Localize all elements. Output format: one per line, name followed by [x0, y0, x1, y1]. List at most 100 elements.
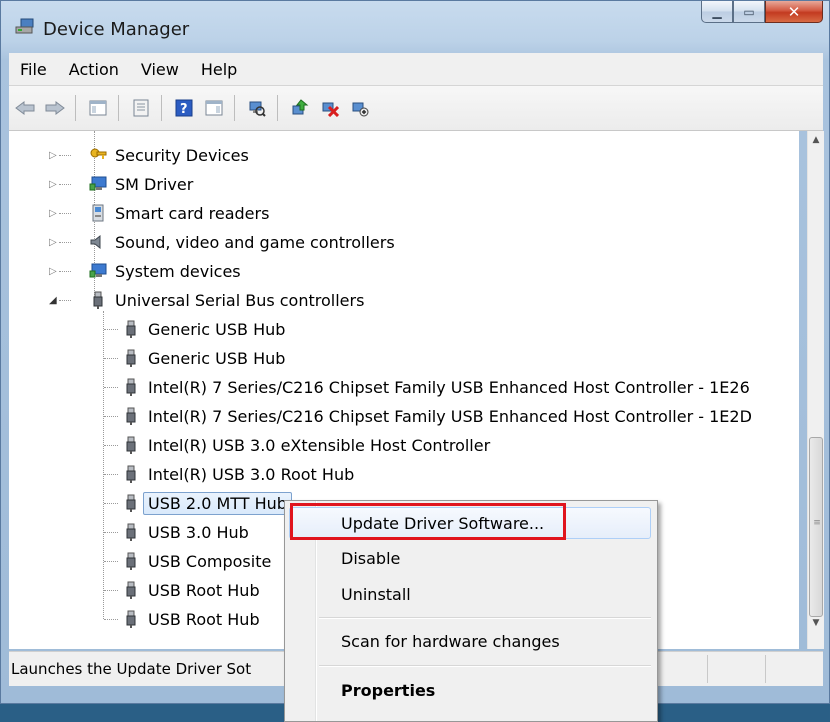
status-text: Launches the Update Driver Sot: [11, 660, 252, 678]
expand-icon[interactable]: ▷: [49, 208, 57, 219]
usb-icon: [122, 407, 140, 425]
status-divider: [765, 655, 766, 683]
tree-item-label: System devices: [115, 261, 241, 281]
menu-item-disable[interactable]: Disable: [341, 549, 400, 568]
tree-item-smart-card-readers[interactable]: ▷ Smart card readers: [49, 199, 269, 227]
device-manager-icon: [15, 17, 35, 35]
usb-device-usb3-hub[interactable]: USB 3.0 Hub: [104, 518, 249, 546]
update-driver-icon: [292, 99, 309, 115]
properties-button[interactable]: [127, 94, 155, 122]
forward-icon: [45, 101, 65, 115]
tree-item-usb-controllers[interactable]: ◢ Universal Serial Bus controllers: [49, 286, 364, 314]
show-hide-tree-icon: [89, 100, 107, 116]
monitor-icon: [89, 262, 107, 280]
annotation-highlight-box: [290, 503, 566, 540]
usb-icon: [122, 378, 140, 396]
tree-item-label: Intel(R) USB 3.0 Root Hub: [148, 464, 355, 484]
usb-icon: [89, 291, 107, 309]
toolbar-separator: [234, 95, 235, 121]
action-pane-button[interactable]: [200, 94, 228, 122]
usb-device-generic-usb-hub[interactable]: Generic USB Hub: [104, 344, 285, 372]
usb-device-enhanced-host-controller-1e26[interactable]: Intel(R) 7 Series/C216 Chipset Family US…: [104, 373, 750, 401]
usb-icon: [122, 610, 140, 628]
tree-item-label: Generic USB Hub: [148, 319, 286, 339]
close-button[interactable]: ✕: [765, 1, 823, 23]
tree-item-label: Smart card readers: [115, 203, 270, 223]
scan-hardware-icon: [249, 101, 266, 117]
help-button[interactable]: ?: [170, 94, 198, 122]
scroll-down-arrow[interactable]: ▼: [808, 614, 824, 631]
close-icon: ✕: [787, 2, 801, 21]
usb-icon: [122, 349, 140, 367]
usb-icon: [122, 436, 140, 454]
usb-device-usb2-mtt-hub[interactable]: USB 2.0 MTT Hub: [104, 489, 292, 517]
menu-action[interactable]: Action: [58, 60, 130, 79]
update-driver-button[interactable]: [286, 94, 314, 122]
menu-item-uninstall[interactable]: Uninstall: [341, 585, 411, 604]
tree-item-label: Security Devices: [115, 145, 249, 165]
window-title: Device Manager: [43, 19, 190, 40]
toolbar-separator: [118, 95, 119, 121]
expand-icon[interactable]: ▷: [49, 266, 57, 277]
minimize-icon: ▁: [712, 4, 722, 19]
tree-item-label: USB Root Hub: [148, 609, 260, 629]
grip-icon: ≡: [813, 518, 821, 528]
properties-icon: [133, 99, 149, 117]
forward-button[interactable]: [41, 94, 69, 122]
menu-item-properties[interactable]: Properties: [341, 681, 435, 700]
expand-icon[interactable]: ▷: [49, 150, 57, 161]
tree-item-security-devices[interactable]: ▷ Security Devices: [49, 141, 249, 169]
menu-separator: [319, 617, 651, 619]
scan-hardware-button[interactable]: [243, 94, 271, 122]
back-icon: [15, 101, 35, 115]
menu-help[interactable]: Help: [190, 60, 248, 79]
show-hide-tree-button[interactable]: [84, 94, 112, 122]
enable-disable-icon: [352, 102, 369, 117]
menu-item-scan-hardware[interactable]: Scan for hardware changes: [341, 632, 560, 651]
back-button[interactable]: [11, 94, 39, 122]
tree-item-label: Universal Serial Bus controllers: [115, 290, 365, 310]
collapse-icon[interactable]: ◢: [49, 295, 57, 306]
vertical-scrollbar[interactable]: ▲ ≡ ▼: [807, 131, 824, 649]
usb-icon: [122, 581, 140, 599]
tree-item-label: USB Composite: [148, 551, 272, 571]
tree-item-label: SM Driver: [115, 174, 194, 194]
expand-icon[interactable]: ▷: [49, 179, 57, 190]
usb-device-enhanced-host-controller-1e2d[interactable]: Intel(R) 7 Series/C216 Chipset Family US…: [104, 402, 752, 430]
tree-item-system-devices[interactable]: ▷ System devices: [49, 257, 241, 285]
usb-icon: [122, 465, 140, 483]
tree-item-label: USB Root Hub: [148, 580, 260, 600]
menu-view[interactable]: View: [130, 60, 190, 79]
tree-item-sound-video[interactable]: ▷ Sound, video and game controllers: [49, 228, 395, 256]
toolbar-separator: [75, 95, 76, 121]
scrollbar-thumb[interactable]: ≡: [809, 437, 823, 617]
tree-item-label: USB 3.0 Hub: [148, 522, 249, 542]
tree-item-label: USB 2.0 MTT Hub: [143, 491, 292, 515]
enable-disable-button[interactable]: [346, 94, 374, 122]
help-icon: ?: [175, 99, 193, 117]
usb-icon: [122, 523, 140, 541]
speaker-icon: [89, 233, 107, 251]
card-reader-icon: [89, 204, 107, 222]
usb-device-usb-root-hub[interactable]: USB Root Hub: [104, 605, 260, 633]
minimize-button[interactable]: ▁: [701, 1, 733, 23]
tree-item-label: Intel(R) USB 3.0 eXtensible Host Control…: [148, 435, 491, 455]
tree-item-label: Intel(R) 7 Series/C216 Chipset Family US…: [148, 406, 752, 426]
svg-text:?: ?: [180, 102, 188, 117]
toolbar-separator: [277, 95, 278, 121]
menu-file[interactable]: File: [9, 60, 58, 79]
usb-device-usb3-root-hub[interactable]: Intel(R) USB 3.0 Root Hub: [104, 460, 354, 488]
usb-device-usb-composite[interactable]: USB Composite: [104, 547, 271, 575]
usb-icon: [122, 494, 140, 512]
usb-device-usb3-extensible-host-controller[interactable]: Intel(R) USB 3.0 eXtensible Host Control…: [104, 431, 490, 459]
expand-icon[interactable]: ▷: [49, 237, 57, 248]
tree-item-sm-driver[interactable]: ▷ SM Driver: [49, 170, 193, 198]
uninstall-icon: [322, 102, 339, 117]
usb-device-generic-usb-hub[interactable]: Generic USB Hub: [104, 315, 285, 343]
scroll-up-arrow[interactable]: ▲: [808, 131, 824, 148]
maximize-button[interactable]: ▭: [733, 1, 765, 23]
toolbar-separator: [161, 95, 162, 121]
uninstall-button[interactable]: [316, 94, 344, 122]
usb-device-usb-root-hub[interactable]: USB Root Hub: [104, 576, 260, 604]
title-bar[interactable]: Device Manager ▁ ▭ ✕: [1, 1, 830, 49]
